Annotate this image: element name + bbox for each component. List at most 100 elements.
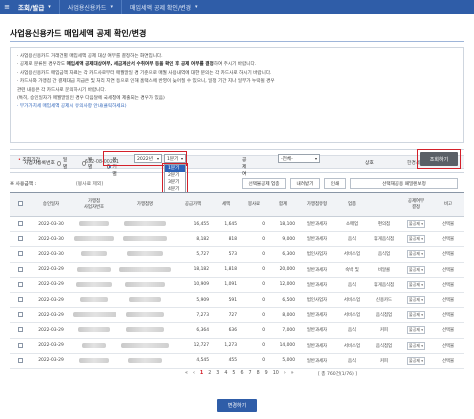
table-row[interactable]: 2022-03-30 5,727 573 0 6,300 법인사업자 서비스업 음식업 불공제 …: [10, 246, 464, 263]
row-checkbox[interactable]: [17, 312, 23, 318]
cell-merchant-reg-redacted: [72, 307, 116, 324]
row-checkbox[interactable]: [17, 221, 23, 227]
row-checkbox[interactable]: [17, 281, 23, 287]
page-link[interactable]: 10: [273, 371, 279, 376]
row-checkbox-cell[interactable]: [10, 231, 30, 248]
nav-crumb-1[interactable]: 사업용신용카드 ▾: [58, 0, 121, 14]
header-service[interactable]: 봉사료: [240, 192, 268, 217]
header-total[interactable]: 합계: [268, 192, 298, 217]
row-checkbox-cell[interactable]: [10, 292, 30, 309]
table-row[interactable]: 2022-03-29 12,727 1,273 0 14,000 일반과세자 서비스업 음식점…: [10, 338, 464, 354]
row-checkbox[interactable]: [17, 342, 23, 348]
row-checkbox-cell[interactable]: [10, 246, 30, 263]
header-industry[interactable]: 업종: [336, 192, 368, 217]
select-all-checkbox[interactable]: [17, 201, 23, 206]
page-link[interactable]: 6: [240, 371, 243, 376]
print-button[interactable]: 인쇄: [324, 178, 346, 189]
header-merchant-type[interactable]: 가맹점유형: [298, 192, 336, 217]
first-page-icon[interactable]: «: [185, 371, 188, 376]
select-nondeduct-button[interactable]: 선택불공제 업종: [242, 178, 286, 189]
cell-deduct[interactable]: 불공제 ▾: [400, 338, 432, 354]
nav-crumb-2[interactable]: 매입세액 공제 확인/변경 ▾: [120, 0, 206, 14]
hamburger-icon[interactable]: ≡: [0, 0, 14, 14]
deduct-row-select[interactable]: 불공제 ▾: [407, 265, 425, 274]
page-link[interactable]: 8: [257, 371, 260, 376]
table-row[interactable]: 2022-03-30 8,182 818 0 9,000 일반과세자 음식 휴게음식점 불공제 …: [10, 231, 464, 248]
page-link[interactable]: 5: [232, 371, 235, 376]
row-checkbox[interactable]: [17, 297, 23, 303]
deduct-row-select[interactable]: 불공제 ▾: [407, 356, 425, 365]
deduct-row-select[interactable]: 불공제 ▾: [407, 220, 425, 229]
next-page-icon[interactable]: ›: [284, 371, 286, 376]
radio-month[interactable]: 월별: [82, 156, 93, 170]
table-row[interactable]: 2022-03-29 5,909 591 0 6,500 법인사업자 서비스업 신용카드 불공제…: [10, 292, 464, 309]
cell-deduct[interactable]: 불공제 ▾: [400, 353, 432, 369]
title-divider: [10, 41, 464, 42]
row-checkbox-cell[interactable]: [10, 307, 30, 324]
row-checkbox-cell[interactable]: [10, 262, 30, 278]
row-checkbox-cell[interactable]: [10, 322, 30, 339]
row-checkbox-cell[interactable]: [10, 277, 30, 293]
deduct-row-select[interactable]: 불공제 ▾: [407, 235, 425, 244]
radio-dot[interactable]: [82, 160, 86, 166]
redacted-text: [76, 281, 112, 287]
deduct-select[interactable]: -전체- ▾: [278, 154, 320, 163]
table-row[interactable]: 2022-03-30 16,455 1,645 0 18,100 일반과세자 소매업 편의점 불…: [10, 216, 464, 233]
header-merchant-reg[interactable]: 가맹점 사업자번호: [72, 192, 116, 217]
row-checkbox[interactable]: [17, 251, 23, 257]
deduct-row-select[interactable]: 불공제 ▾: [407, 341, 425, 350]
notice-link[interactable]: · 부가가치세 매입세액 공제시 유의사항 안내(클릭하세요): [17, 103, 457, 111]
radio-day[interactable]: 일별: [57, 156, 68, 170]
table-row[interactable]: 2022-03-29 7,273 727 0 8,000 일반과세자 서비스업 음식점업 불공제…: [10, 307, 464, 324]
cell-deduct[interactable]: 불공제 ▾: [400, 292, 432, 309]
deduct-row-select[interactable]: 불공제 ▾: [407, 250, 425, 259]
deduct-row-select[interactable]: 불공제 ▾: [407, 326, 425, 335]
page-current[interactable]: 1: [200, 371, 203, 376]
row-checkbox-cell[interactable]: [10, 338, 30, 354]
deduct-row-select[interactable]: 불공제 ▾: [407, 296, 425, 305]
row-checkbox[interactable]: [17, 266, 23, 272]
cell-deduct[interactable]: 불공제 ▾: [400, 216, 432, 233]
cell-deduct[interactable]: 불공제 ▾: [400, 231, 432, 248]
table-row[interactable]: 2022-03-29 4,545 455 0 5,000 일반과세자 음식 커피 불공제 ▾ 선택…: [10, 353, 464, 369]
nav-main[interactable]: 조회/발급 ▾: [14, 0, 59, 14]
download-button[interactable]: 내려받기: [290, 178, 320, 189]
deduct-row-select[interactable]: 불공제 ▾: [407, 311, 425, 320]
page-link[interactable]: 2: [208, 371, 211, 376]
chevron-down-icon: ▾: [420, 237, 423, 242]
header-supply[interactable]: 공급가액: [174, 192, 212, 217]
page-link[interactable]: 7: [249, 371, 252, 376]
chevron-down-icon: ▾: [110, 4, 113, 10]
table-row[interactable]: 2022-03-29 10,909 1,091 0 12,000 일반과세자 음식 휴게음식점…: [10, 277, 464, 293]
cell-deduct[interactable]: 불공제 ▾: [400, 277, 432, 293]
last-page-icon[interactable]: »: [291, 371, 294, 376]
header-note[interactable]: 비고: [432, 192, 464, 217]
page-link[interactable]: 4: [224, 371, 227, 376]
cell-deduct[interactable]: 불공제 ▾: [400, 246, 432, 263]
page-link[interactable]: 3: [216, 371, 219, 376]
change-button[interactable]: 변경하기: [217, 399, 257, 412]
row-checkbox-cell[interactable]: [10, 353, 30, 369]
header-date[interactable]: 승인일자: [30, 192, 72, 217]
select-reuse-button[interactable]: 선택재공용 패밀렌보정: [350, 178, 458, 189]
row-checkbox[interactable]: [17, 327, 23, 333]
cell-merchant-name-redacted: [116, 262, 174, 278]
header-tax[interactable]: 세액: [212, 192, 240, 217]
prev-page-icon[interactable]: ‹: [193, 371, 195, 376]
deduct-row-select[interactable]: 불공제 ▾: [407, 280, 425, 289]
page-link[interactable]: 9: [265, 371, 268, 376]
header-deduct[interactable]: 공제여부 결정: [400, 192, 432, 217]
row-checkbox-cell[interactable]: [10, 216, 30, 233]
header-merchant-name[interactable]: 가맹점명: [116, 192, 174, 217]
cell-item: 음식점업: [368, 307, 400, 324]
cell-deduct[interactable]: 불공제 ▾: [400, 262, 432, 278]
radio-dot[interactable]: [57, 160, 61, 166]
table-row[interactable]: 2022-03-29 18,182 1,818 0 20,000 일반과세자 숙박 및 비알콜…: [10, 262, 464, 278]
table-row[interactable]: 2022-03-29 6,364 636 0 7,000 일반과세자 음식 커피 불공제 ▾ 선택…: [10, 322, 464, 339]
row-checkbox[interactable]: [17, 236, 23, 242]
header-checkbox[interactable]: [10, 192, 30, 217]
row-checkbox[interactable]: [17, 357, 23, 363]
cell-deduct[interactable]: 불공제 ▾: [400, 322, 432, 339]
cell-deduct[interactable]: 불공제 ▾: [400, 307, 432, 324]
cell-merchant-reg-redacted: [72, 246, 116, 263]
